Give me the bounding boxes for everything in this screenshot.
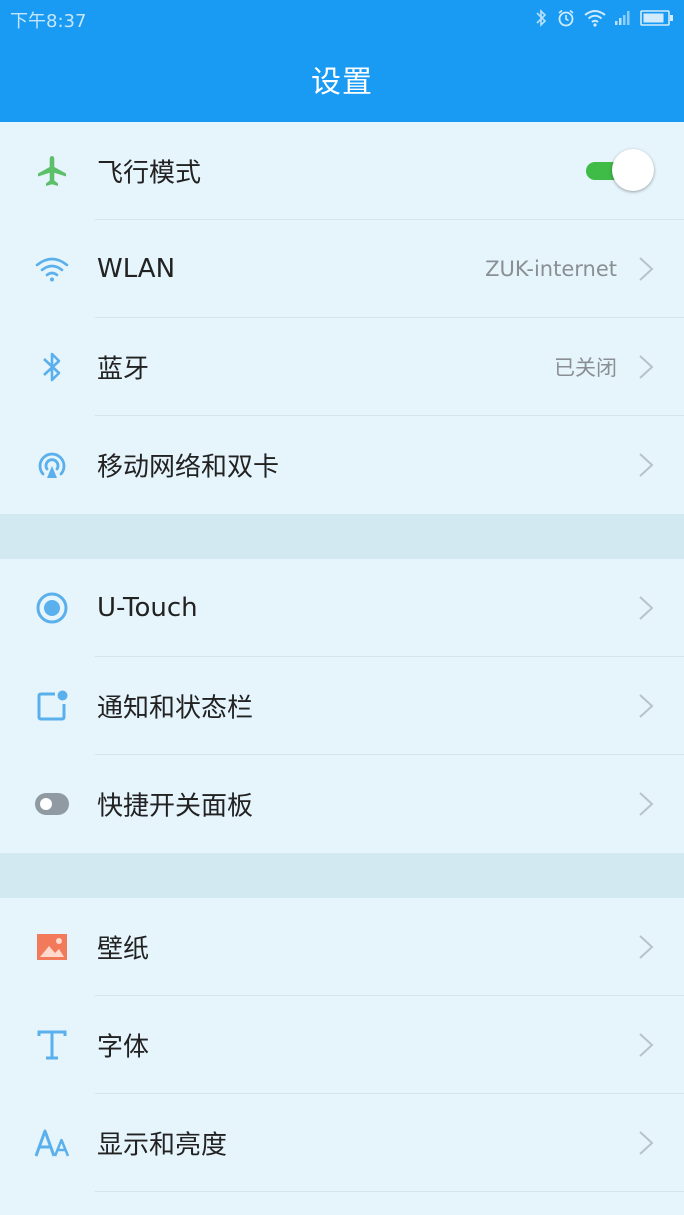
page-title: 设置 [311, 65, 373, 100]
settings-item-quick-switch-panel[interactable]: 快捷开关面板 [0, 755, 684, 853]
chevron-right-icon [639, 792, 654, 816]
chevron-right-icon [639, 935, 654, 959]
wifi-icon [34, 251, 70, 287]
settings-item-label: U-Touch [97, 593, 198, 623]
status-bar: 下午8:37 [0, 0, 684, 36]
settings-item-airplane-mode[interactable]: 飞行模式 [0, 122, 684, 220]
settings-item-label: 蓝牙 [97, 354, 150, 385]
font-icon [34, 1027, 70, 1063]
settings-item-label: 显示和亮度 [97, 1130, 228, 1161]
settings-item-bluetooth[interactable]: 蓝牙 已关闭 [0, 318, 684, 416]
display-icon [34, 1125, 70, 1161]
mobile-network-icon [34, 447, 70, 483]
signal-icon [615, 11, 630, 25]
chevron-right-icon [639, 355, 654, 379]
settings-item-value: ZUK-internet [485, 257, 617, 281]
settings-item-label: 通知和状态栏 [97, 693, 254, 724]
chevron-right-icon [639, 257, 654, 281]
settings-item-label: 字体 [97, 1032, 150, 1063]
airplane-icon [34, 153, 70, 189]
chevron-right-icon [639, 596, 654, 620]
title-bar: 设置 [0, 36, 684, 122]
settings-item-label: 壁纸 [97, 934, 150, 965]
section-gap [0, 514, 684, 559]
status-time: 下午8:37 [10, 11, 87, 32]
settings-item-font[interactable]: 字体 [0, 996, 684, 1094]
wifi-icon [584, 10, 606, 27]
chevron-right-icon [639, 453, 654, 477]
wallpaper-icon [34, 929, 70, 965]
settings-item-value: 已关闭 [554, 356, 617, 380]
settings-list: 飞行模式 WLAN ZUK-internet 蓝牙 已关闭 移动网络和双卡 U-… [0, 122, 684, 1192]
chevron-right-icon [639, 1033, 654, 1057]
chevron-right-icon [639, 1131, 654, 1155]
toggle-knob [612, 149, 654, 191]
settings-item-mobile-network[interactable]: 移动网络和双卡 [0, 416, 684, 514]
bluetooth-icon [34, 349, 70, 385]
section-gap [0, 853, 684, 898]
settings-item-wlan[interactable]: WLAN ZUK-internet [0, 220, 684, 318]
alarm-icon [558, 9, 574, 27]
notification-icon [34, 688, 70, 724]
airplane-mode-toggle[interactable] [586, 149, 654, 193]
settings-item-label: 快捷开关面板 [97, 791, 254, 822]
u-touch-icon [34, 590, 70, 626]
status-icons [534, 7, 674, 29]
divider [95, 1191, 684, 1192]
bluetooth-icon [536, 9, 547, 27]
settings-item-display-brightness[interactable]: 显示和亮度 [0, 1094, 684, 1192]
quick-switch-icon [34, 786, 70, 822]
settings-item-label: 飞行模式 [97, 158, 202, 189]
battery-icon [640, 10, 673, 26]
settings-item-wallpaper[interactable]: 壁纸 [0, 898, 684, 996]
chevron-right-icon [639, 694, 654, 718]
settings-item-notifications[interactable]: 通知和状态栏 [0, 657, 684, 755]
settings-item-label: WLAN [97, 254, 176, 284]
settings-item-label: 移动网络和双卡 [97, 452, 280, 483]
settings-item-u-touch[interactable]: U-Touch [0, 559, 684, 657]
